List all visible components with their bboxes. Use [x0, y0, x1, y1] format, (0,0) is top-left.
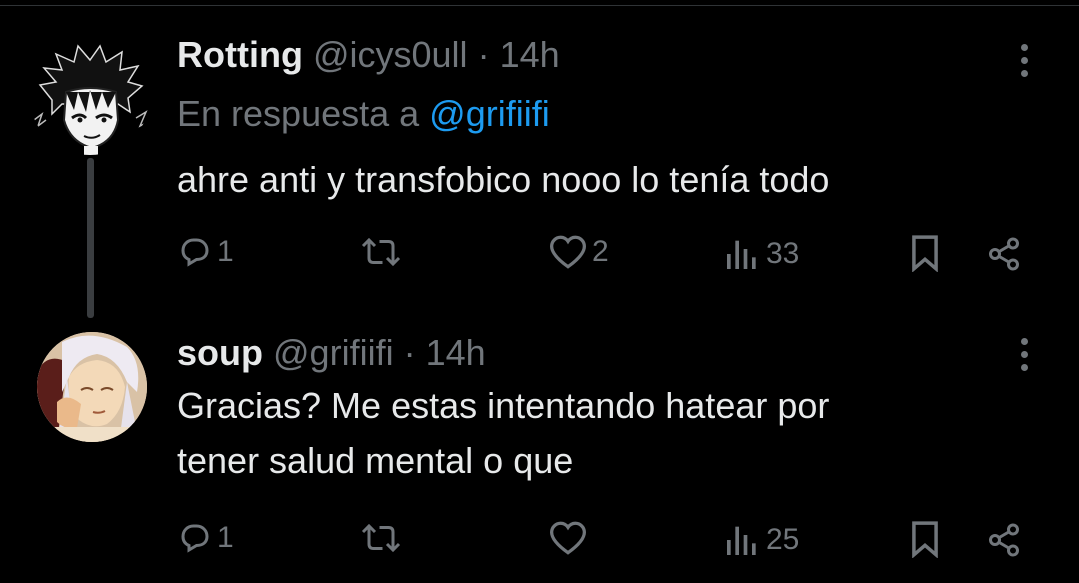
reply-context: En respuesta a @grifiifi: [177, 92, 550, 136]
header-separator: ·: [477, 34, 490, 75]
avatar-rotting[interactable]: [30, 40, 150, 155]
tweet-text-line: tener salud mental o que: [177, 440, 574, 481]
user-handle[interactable]: @grifiifi: [273, 332, 394, 373]
like-count: 2: [592, 235, 609, 268]
bookmark-button[interactable]: [908, 520, 942, 558]
share-icon: [989, 237, 1019, 271]
like-button[interactable]: [548, 520, 592, 556]
views-icon: [727, 526, 756, 555]
tweet-soup[interactable]: soup @grifiifi · 14h Gracias? Me estas i…: [0, 320, 1079, 583]
retweet-button[interactable]: [358, 520, 408, 556]
heart-icon: [549, 235, 587, 269]
tweet-rotting[interactable]: Rotting @icys0ull · 14h En respuesta a @…: [0, 0, 1079, 320]
view-count: 33: [766, 237, 800, 270]
tweet-header: soup @grifiifi · 14h: [177, 331, 486, 375]
share-icon: [989, 523, 1019, 557]
timestamp[interactable]: 14h: [426, 332, 486, 373]
views-button[interactable]: 25: [722, 520, 799, 560]
views-button[interactable]: 33: [722, 234, 799, 274]
retweet-icon: [361, 237, 401, 267]
view-count: 25: [766, 523, 800, 556]
thread-connector: [87, 158, 94, 318]
reply-prefix: En respuesta a: [177, 93, 420, 134]
avatar-soup[interactable]: [37, 332, 147, 442]
bookmark-button[interactable]: [908, 234, 942, 272]
heart-icon: [549, 521, 587, 555]
views-icon: [727, 240, 756, 269]
like-button[interactable]: 2: [548, 234, 609, 270]
retweet-icon: [361, 523, 401, 553]
tweet-text: ahre anti y transfobico nooo lo tenía to…: [177, 159, 830, 200]
bookmark-icon: [912, 521, 938, 558]
reply-count: 1: [217, 521, 234, 554]
display-name[interactable]: Rotting: [177, 34, 303, 75]
display-name[interactable]: soup: [177, 332, 263, 373]
timestamp[interactable]: 14h: [500, 34, 560, 75]
tweet-text: Gracias? Me estas intentando hatear por …: [177, 378, 829, 488]
header-separator: ·: [403, 332, 416, 373]
retweet-button[interactable]: [358, 234, 408, 270]
share-button[interactable]: [985, 236, 1023, 272]
tweet-header: Rotting @icys0ull · 14h: [177, 33, 560, 77]
reply-button[interactable]: 1: [177, 520, 234, 556]
reply-mention-link[interactable]: @grifiifi: [429, 93, 550, 134]
reply-button[interactable]: 1: [177, 234, 234, 270]
more-icon[interactable]: [1017, 44, 1031, 83]
bookmark-icon: [912, 235, 938, 272]
share-button[interactable]: [985, 522, 1023, 558]
tweet-text-line: Gracias? Me estas intentando hatear por: [177, 385, 830, 426]
more-icon[interactable]: [1017, 338, 1031, 377]
reply-icon: [181, 524, 209, 553]
reply-icon: [181, 238, 209, 267]
reply-count: 1: [217, 235, 234, 268]
user-handle[interactable]: @icys0ull: [313, 34, 468, 75]
